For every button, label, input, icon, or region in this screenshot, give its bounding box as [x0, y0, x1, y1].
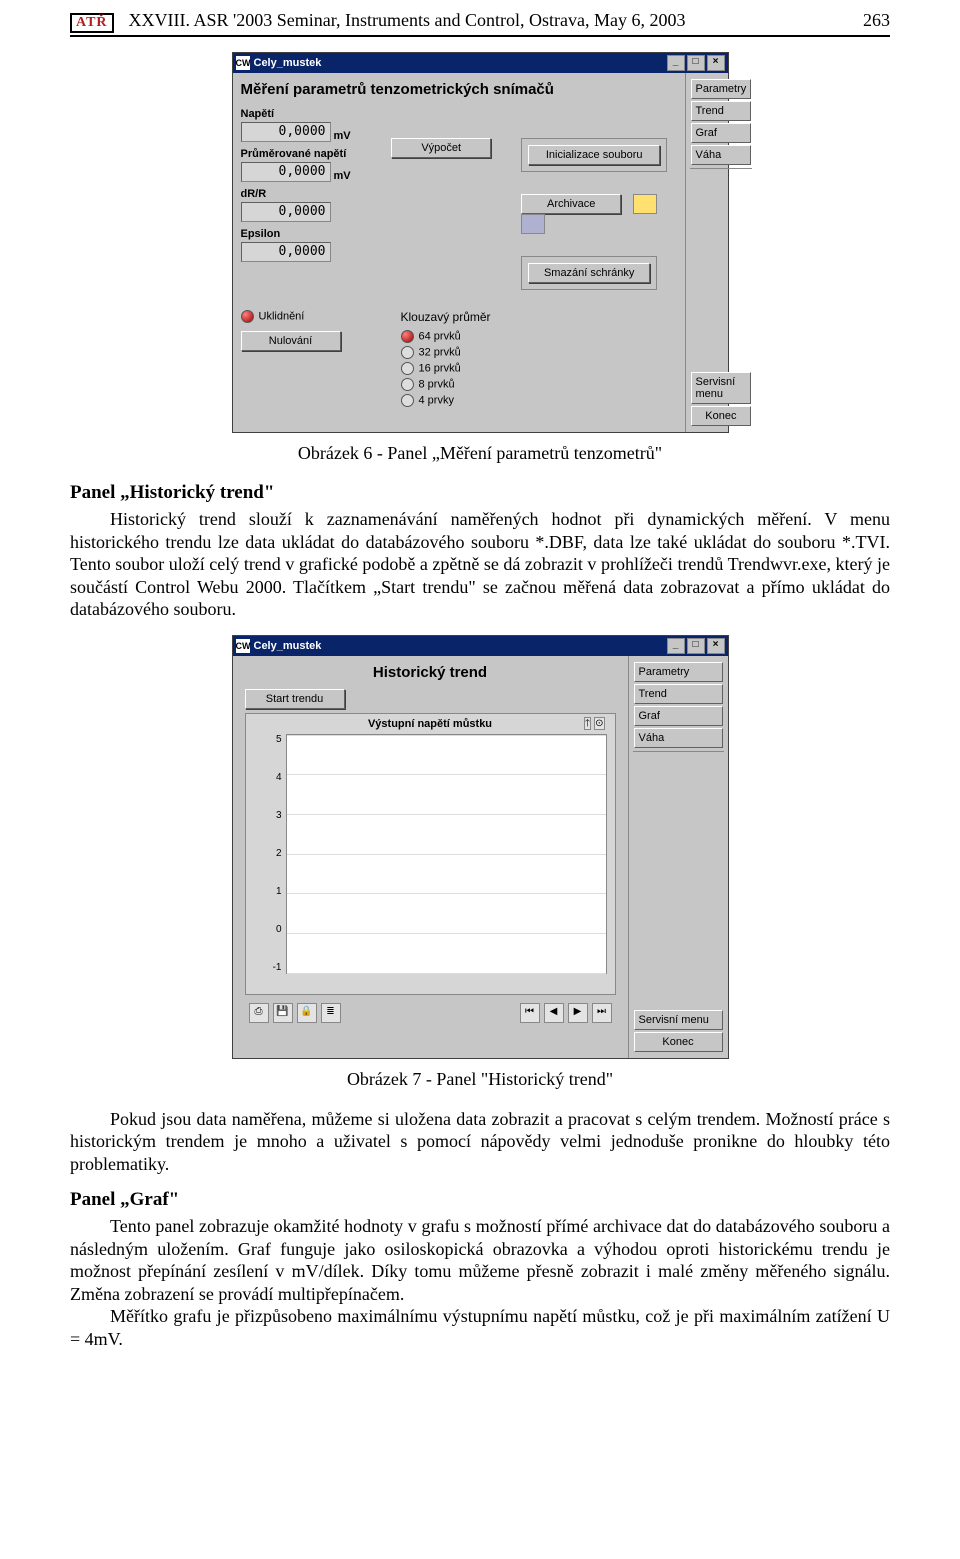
- trend-chart: Výstupní napětí můstku 🡑 ⊙ -1.00 5 4 3 2…: [245, 713, 616, 995]
- window-title: Cely_mustek: [254, 57, 322, 69]
- prev-button[interactable]: ◀: [544, 1003, 564, 1023]
- save-icon[interactable]: 💾: [273, 1003, 293, 1023]
- window-title-trend: Cely_mustek: [254, 640, 322, 652]
- list-icon[interactable]: ≣: [321, 1003, 341, 1023]
- radio-4[interactable]: 4 prvky: [401, 394, 491, 407]
- section-historicky-trend-title: Panel „Historický trend": [70, 482, 890, 504]
- folder-icon[interactable]: [633, 194, 657, 214]
- ytick: 2: [246, 848, 282, 859]
- side-trend[interactable]: Trend: [634, 684, 723, 704]
- titlebar-trend: CW Cely_mustek _ □ ×: [233, 636, 728, 656]
- napeti-unit: mV: [334, 130, 351, 142]
- next-button[interactable]: ▶: [568, 1003, 588, 1023]
- napeti-value: 0,0000: [241, 122, 331, 142]
- titlebar: CW Cely_mustek _ □ ×: [233, 53, 728, 73]
- klouzavy-label: Klouzavý průměr: [401, 310, 491, 324]
- napeti-label: Napětí: [241, 108, 362, 120]
- minimize-button[interactable]: _: [667, 55, 685, 71]
- start-trendu-button[interactable]: Start trendu: [245, 689, 345, 709]
- minimize-button[interactable]: _: [667, 638, 685, 654]
- ytick: 5: [246, 734, 282, 745]
- window-trend: CW Cely_mustek _ □ × Historický trend St…: [232, 635, 729, 1059]
- radio-8[interactable]: 8 prvků: [401, 378, 491, 391]
- chart-up-button[interactable]: 🡑: [584, 717, 591, 730]
- ytick: -1: [246, 962, 282, 973]
- dr-value: 0,0000: [241, 202, 331, 222]
- page-header: ATŘ XXVIII. ASR '2003 Seminar, Instrumen…: [70, 10, 890, 37]
- side-graf[interactable]: Graf: [634, 706, 723, 726]
- uklidneni-label: Uklidnění: [259, 311, 305, 323]
- radio-16[interactable]: 16 prvků: [401, 362, 491, 375]
- app-icon: CW: [236, 639, 250, 653]
- side-parametry[interactable]: Parametry: [691, 79, 752, 99]
- init-group: Inicializace souboru: [521, 138, 667, 172]
- logo: ATŘ: [70, 13, 114, 33]
- ffwd-button[interactable]: ⏭: [592, 1003, 612, 1023]
- maximize-button[interactable]: □: [687, 55, 705, 71]
- dr-label: dR/R: [241, 188, 362, 200]
- vypocet-button[interactable]: Výpočet: [391, 138, 491, 158]
- ytick: 0: [246, 924, 282, 935]
- panel-heading: Měření parametrů tenzometrických snímačů: [241, 81, 677, 98]
- side-vaha[interactable]: Váha: [691, 145, 752, 165]
- prum-label: Průměrované napětí: [241, 148, 362, 160]
- ytick: 1: [246, 886, 282, 897]
- rewind-button[interactable]: ⏮: [520, 1003, 540, 1023]
- side-trend[interactable]: Trend: [691, 101, 752, 121]
- maximize-button[interactable]: □: [687, 638, 705, 654]
- page-number: 263: [863, 10, 890, 31]
- eps-label: Epsilon: [241, 228, 362, 240]
- init-button[interactable]: Inicializace souboru: [528, 145, 660, 165]
- archivace-button[interactable]: Archivace: [521, 194, 621, 214]
- side-konec[interactable]: Konec: [691, 406, 752, 426]
- save-icon[interactable]: [521, 214, 545, 234]
- chart-title: Výstupní napětí můstku: [246, 718, 615, 730]
- lock-icon[interactable]: 🔒: [297, 1003, 317, 1023]
- side-graf[interactable]: Graf: [691, 123, 752, 143]
- section-historicky-trend-body: Historický trend slouží k zaznamenávání …: [70, 508, 890, 621]
- section2-body: Pokud jsou data naměřena, můžeme si ulož…: [70, 1108, 890, 1176]
- ytick: 3: [246, 810, 282, 821]
- radio-32[interactable]: 32 prvků: [401, 346, 491, 359]
- side-parametry[interactable]: Parametry: [634, 662, 723, 682]
- plot-area: [286, 734, 607, 974]
- uklidneni-led: [241, 310, 254, 323]
- section-graf-title: Panel „Graf": [70, 1189, 890, 1211]
- side-konec[interactable]: Konec: [634, 1032, 723, 1052]
- smaz-group: Smazání schránky: [521, 256, 657, 290]
- app-icon: CW: [236, 56, 250, 70]
- nulovani-button[interactable]: Nulování: [241, 331, 341, 351]
- side-vaha[interactable]: Váha: [634, 728, 723, 748]
- prum-value: 0,0000: [241, 162, 331, 182]
- prum-unit: mV: [334, 170, 351, 182]
- section-graf-body2: Měřítko grafu je přizpůsobeno maximálním…: [70, 1305, 890, 1350]
- y-axis: 5 4 3 2 1 0 -1: [246, 734, 285, 974]
- radio-64[interactable]: 64 prvků: [401, 330, 491, 343]
- eps-value: 0,0000: [241, 242, 331, 262]
- print-icon[interactable]: ⎙: [249, 1003, 269, 1023]
- trend-heading: Historický trend: [239, 664, 622, 681]
- ytick: 4: [246, 772, 282, 783]
- chart-toolbar: ⎙ 💾 🔒 ≣ ⏮ ◀ ▶ ⏭: [239, 999, 622, 1027]
- side-servis[interactable]: Servisní menu: [691, 372, 752, 404]
- window-parameters: CW Cely_mustek _ □ × Měření parametrů te…: [232, 52, 729, 433]
- header-title: XXVIII. ASR '2003 Seminar, Instruments a…: [129, 10, 863, 31]
- close-button[interactable]: ×: [707, 55, 725, 71]
- side-servis[interactable]: Servisní menu: [634, 1010, 723, 1030]
- figure6-caption: Obrázek 6 - Panel „Měření parametrů tenz…: [70, 443, 890, 464]
- close-button[interactable]: ×: [707, 638, 725, 654]
- section-graf-body1: Tento panel zobrazuje okamžité hodnoty v…: [70, 1215, 890, 1305]
- figure7-caption: Obrázek 7 - Panel "Historický trend": [70, 1069, 890, 1090]
- smaz-button[interactable]: Smazání schránky: [528, 263, 650, 283]
- chart-zoom-button[interactable]: ⊙: [594, 717, 604, 730]
